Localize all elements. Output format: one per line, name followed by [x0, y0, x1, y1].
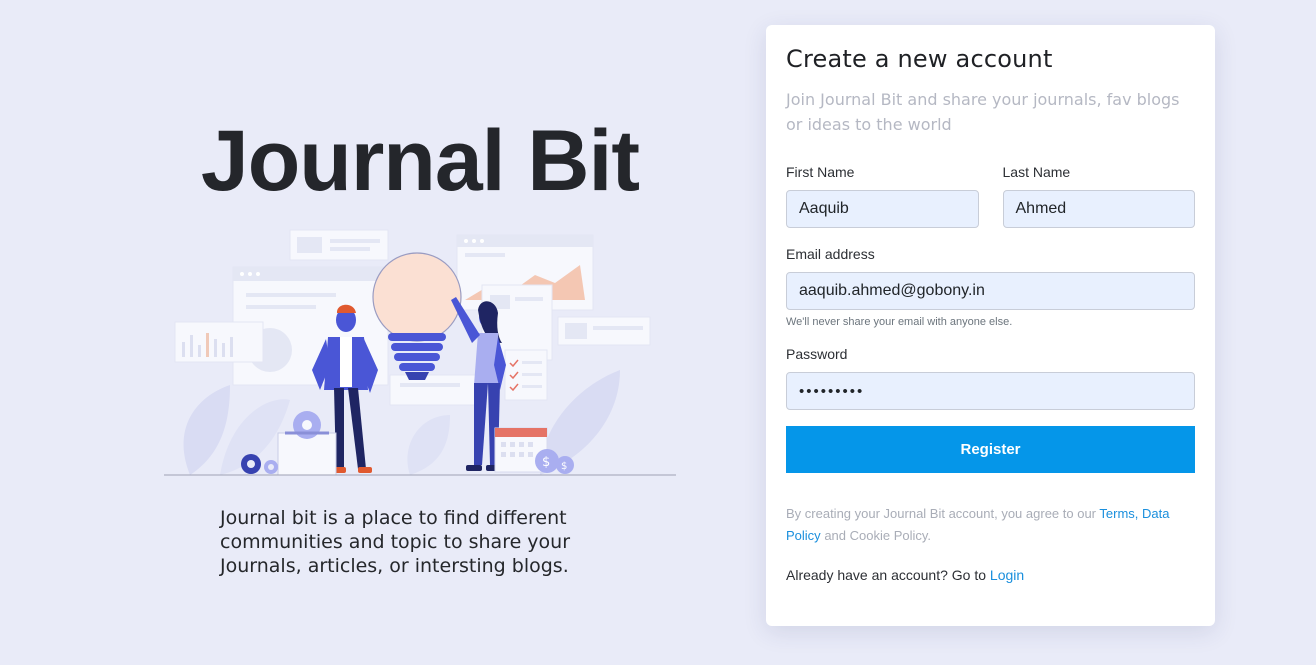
form-heading: Create a new account [786, 45, 1053, 73]
email-group: Email address aaquib.ahmed@gobony.in We'… [786, 246, 1195, 328]
first-name-group: First Name Aaquib [786, 164, 979, 228]
brand-title: Journal Bit [200, 113, 640, 209]
login-prompt: Already have an account? Go to Login [786, 567, 1195, 583]
first-name-input[interactable]: Aaquib [786, 190, 979, 228]
form-subtitle: Join Journal Bit and share your journals… [786, 90, 1180, 134]
login-prefix: Already have an account? Go to [786, 567, 987, 583]
password-input[interactable]: ••••••••• [786, 372, 1195, 410]
legal-prefix: By creating your Journal Bit account, yo… [786, 506, 1097, 521]
hero-section: Journal Bit $ $ Journal bit is a place t… [0, 0, 760, 665]
legal-suffix: and Cookie Policy. [824, 528, 932, 543]
brand-tagline: Journal bit is a place to find different… [220, 507, 571, 577]
svg-text:$: $ [561, 461, 567, 472]
register-button[interactable]: Register [786, 426, 1195, 473]
password-group: Password ••••••••• [786, 346, 1195, 410]
login-link[interactable]: Login [990, 567, 1024, 583]
name-row: First Name Aaquib Last Name Ahmed [786, 164, 1195, 228]
legal-notice: By creating your Journal Bit account, yo… [786, 503, 1195, 547]
password-label: Password [786, 346, 848, 362]
email-help-text: We'll never share your email with anyone… [786, 316, 1013, 328]
teamwork-illustration: $ $ [164, 229, 676, 476]
last-name-label: Last Name [1002, 164, 1071, 180]
first-name-label: First Name [786, 164, 855, 180]
email-input[interactable]: aaquib.ahmed@gobony.in [786, 272, 1195, 310]
svg-text:$: $ [542, 455, 550, 470]
last-name-group: Last Name Ahmed [1002, 164, 1195, 228]
terms-link[interactable]: Terms, [1099, 506, 1138, 521]
email-label: Email address [786, 246, 875, 262]
register-card: Create a new account Join Journal Bit an… [766, 25, 1215, 626]
last-name-input[interactable]: Ahmed [1002, 190, 1195, 228]
